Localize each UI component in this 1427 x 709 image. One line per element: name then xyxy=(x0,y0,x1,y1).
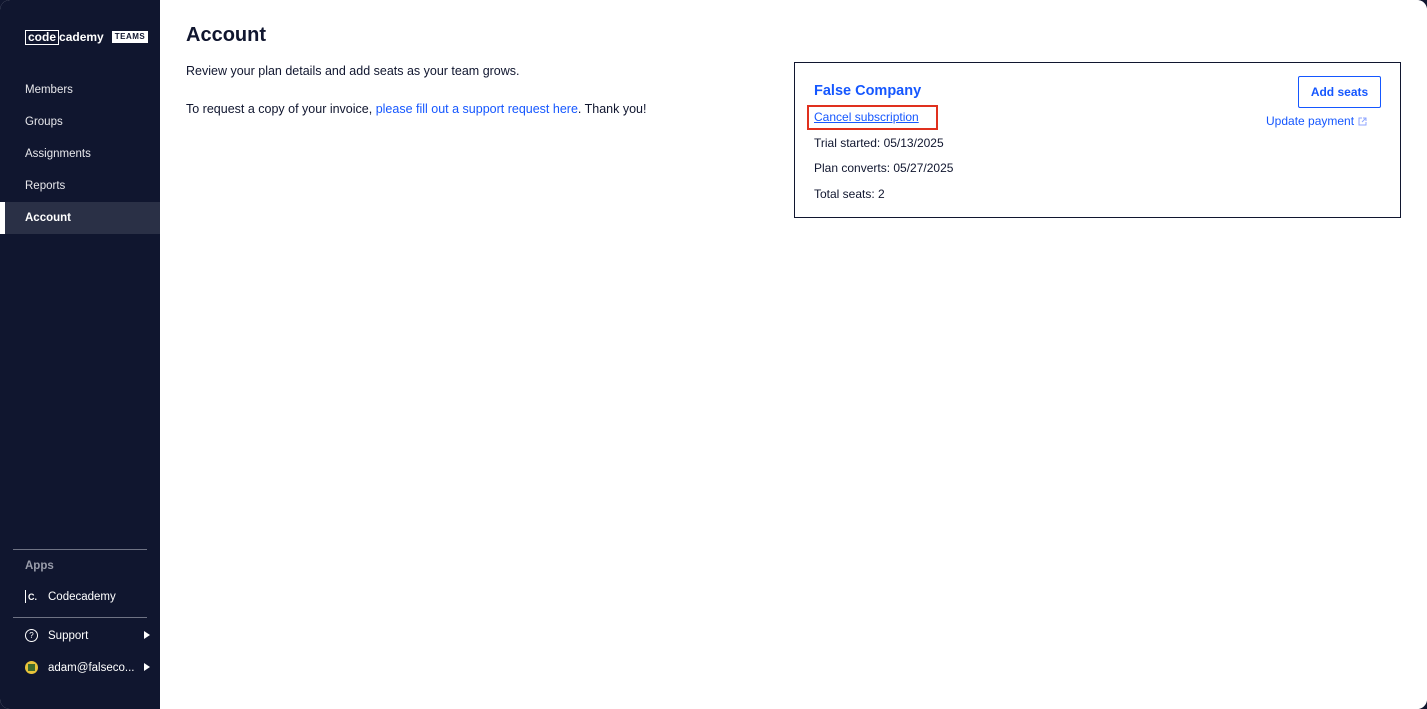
trial-started: Trial started: 05/13/2025 xyxy=(814,136,944,150)
sidebar-nav: Members Groups Assignments Reports Accou… xyxy=(0,74,160,234)
total-seats: Total seats: 2 xyxy=(814,187,885,201)
sidebar-divider xyxy=(13,617,147,618)
support-request-link[interactable]: please fill out a support request here xyxy=(376,102,578,116)
main-content: Account Review your plan details and add… xyxy=(160,0,1427,709)
sidebar-item-reports[interactable]: Reports xyxy=(0,170,160,202)
sidebar-item-members[interactable]: Members xyxy=(0,74,160,106)
support-label: Support xyxy=(48,629,89,642)
update-payment-link[interactable]: Update payment xyxy=(1266,114,1367,128)
page-description: Review your plan details and add seats a… xyxy=(186,64,520,78)
caret-right-icon xyxy=(144,631,150,639)
teams-badge: TEAMS xyxy=(111,31,149,43)
support-menu[interactable]: ? Support xyxy=(25,629,150,642)
sidebar: code cademy TEAMS Members Groups Assignm… xyxy=(0,0,160,709)
logo-cademy: cademy xyxy=(59,30,104,44)
company-name: False Company xyxy=(814,83,922,99)
apps-heading: Apps xyxy=(25,560,54,572)
invoice-suffix: . Thank you! xyxy=(577,102,647,116)
cancel-subscription-link[interactable]: Cancel subscription xyxy=(814,110,919,124)
sidebar-item-assignments[interactable]: Assignments xyxy=(0,138,160,170)
add-seats-button[interactable]: Add seats xyxy=(1298,76,1381,108)
user-email: adam@falseco... xyxy=(48,661,135,674)
sidebar-divider xyxy=(13,549,147,550)
plan-card: False Company Cancel subscription Trial … xyxy=(794,62,1401,218)
sidebar-item-label: Codecademy xyxy=(48,590,116,603)
invoice-text: To request a copy of your invoice, pleas… xyxy=(186,102,646,116)
help-circle-icon: ? xyxy=(25,629,38,642)
logo-code: code xyxy=(25,29,60,45)
external-link-icon xyxy=(1358,117,1367,126)
sidebar-item-label: Groups xyxy=(25,116,63,128)
sidebar-item-account[interactable]: Account xyxy=(0,202,160,234)
page-title: Account xyxy=(186,24,266,46)
update-payment-label: Update payment xyxy=(1266,114,1355,128)
avatar xyxy=(25,661,38,674)
codecademy-teams-logo[interactable]: code cademy TEAMS xyxy=(25,29,149,45)
codecademy-icon: C. xyxy=(25,590,38,603)
sidebar-item-label: Reports xyxy=(25,180,66,192)
sidebar-item-label: Account xyxy=(25,212,71,224)
sidebar-item-label: Assignments xyxy=(25,148,91,160)
sidebar-item-label: Members xyxy=(25,84,73,96)
caret-right-icon xyxy=(144,663,150,671)
invoice-prefix: To request a copy of your invoice, xyxy=(186,102,376,116)
user-menu[interactable]: adam@falseco... xyxy=(25,661,150,674)
app-window: code cademy TEAMS Members Groups Assignm… xyxy=(0,0,1427,709)
plan-converts: Plan converts: 05/27/2025 xyxy=(814,161,954,175)
sidebar-item-groups[interactable]: Groups xyxy=(0,106,160,138)
sidebar-item-codecademy[interactable]: C. Codecademy xyxy=(25,590,150,603)
